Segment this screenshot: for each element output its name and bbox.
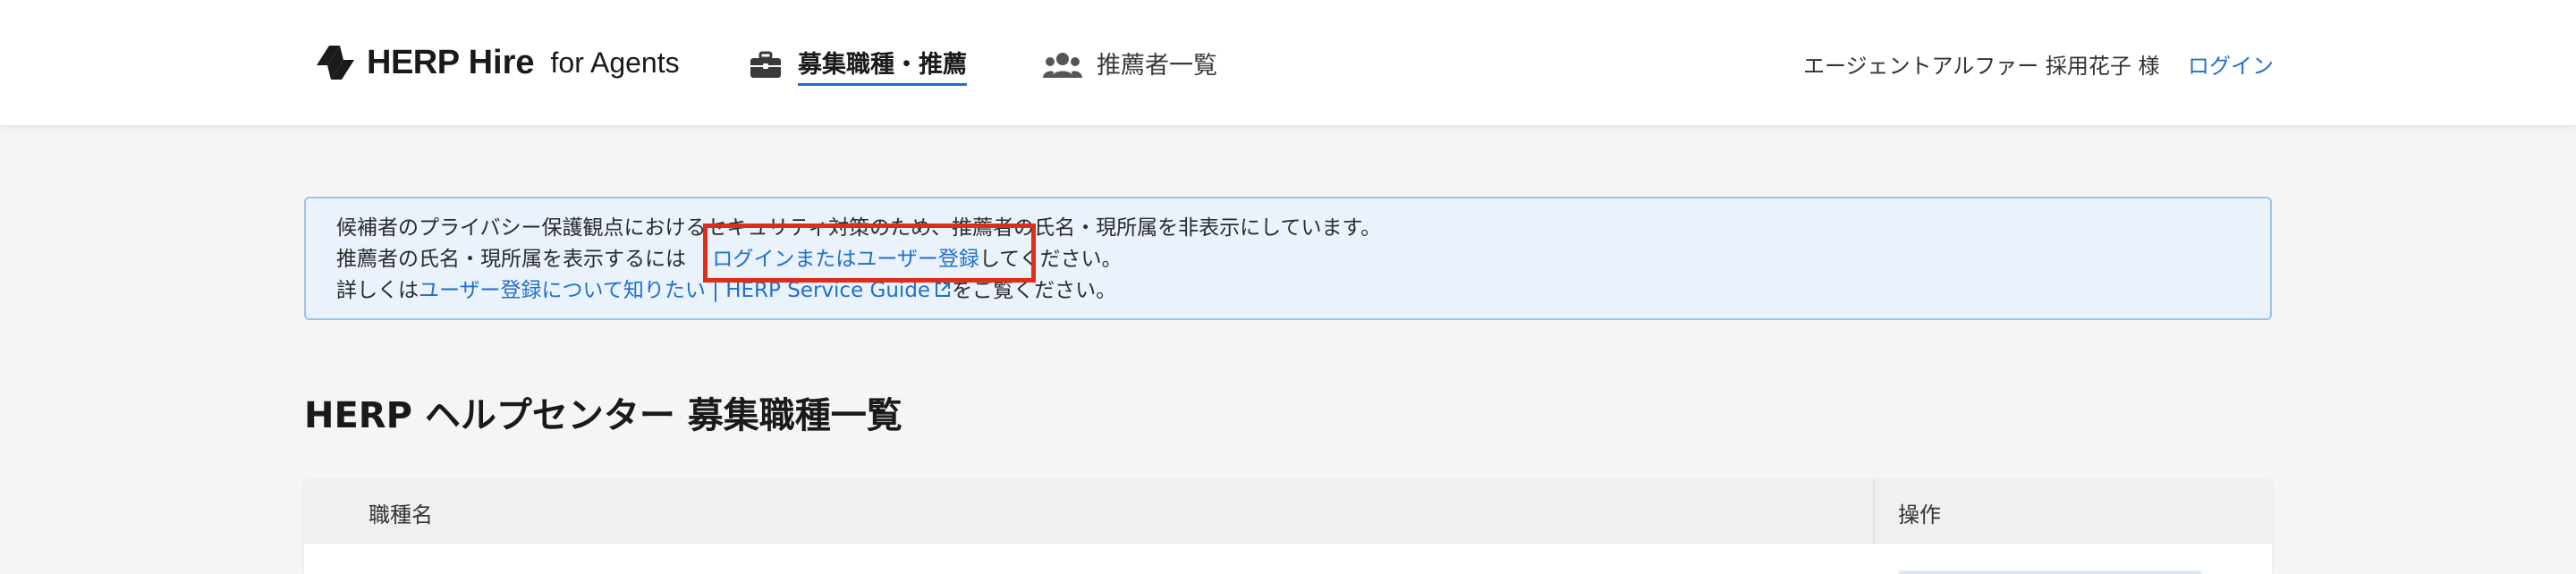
notice-line-3-suffix: をご覧ください。 bbox=[952, 279, 1117, 302]
notice-line-3-prefix: 詳しくは bbox=[336, 279, 419, 302]
notice-line-2: 推薦者の氏名・現所属を表示するには ログインまたはユーザー登録してください。 bbox=[336, 244, 1122, 274]
notice-line-2-prefix: 推薦者の氏名・現所属を表示するには bbox=[336, 248, 686, 271]
logo-agents-text: for Agents bbox=[550, 46, 680, 79]
service-guide-link[interactable]: ユーザー登録について知りたい | HERP Service Guide bbox=[419, 279, 930, 302]
table-header-row: 職種名 操作 bbox=[304, 479, 2272, 544]
header-login-link[interactable]: ログイン bbox=[2188, 48, 2274, 80]
column-header-job-name: 職種名 bbox=[369, 502, 433, 528]
top-header: HERP Hire for Agents 募集職種・推薦 推薦者一覧 エージェン… bbox=[0, 0, 2576, 125]
herp-logo-icon bbox=[317, 46, 354, 80]
privacy-notice: 候補者のプライバシー保護観点におけるセキュリティ対策のため、推薦者の氏名・現所属… bbox=[304, 197, 2272, 320]
agent-user-name: エージェントアルファー 採用花子 様 bbox=[1803, 54, 2160, 79]
logo-hire-text: Hire bbox=[468, 43, 535, 81]
column-header-actions: 操作 bbox=[1898, 502, 1941, 528]
page-title: HERP ヘルプセンター 募集職種一覧 bbox=[304, 395, 902, 436]
users-icon bbox=[1043, 53, 1082, 78]
notice-line-3: 詳しくはユーザー登録について知りたい | HERP Service Guide … bbox=[336, 275, 1116, 306]
job-table: 職種名 操作 bbox=[304, 479, 2272, 574]
nav-tab-recommenders-label: 推薦者一覧 bbox=[1097, 51, 1217, 80]
logo-herp-text: HERP bbox=[367, 43, 460, 81]
row-action-button[interactable] bbox=[1898, 570, 2202, 574]
notice-line-2-suffix: してください。 bbox=[979, 248, 1123, 271]
briefcase-icon bbox=[750, 51, 781, 78]
nav-tab-jobs[interactable]: 募集職種・推薦 bbox=[750, 43, 967, 88]
nav-tab-jobs-label: 募集職種・推薦 bbox=[798, 45, 967, 86]
nav-tab-recommenders[interactable]: 推薦者一覧 bbox=[1043, 43, 1217, 88]
external-link-icon bbox=[936, 283, 951, 297]
login-or-register-link[interactable]: ログインまたはユーザー登録 bbox=[712, 248, 979, 271]
column-divider bbox=[1873, 479, 1875, 544]
herp-logo[interactable]: HERP Hire for Agents bbox=[313, 39, 680, 86]
notice-line-1: 候補者のプライバシー保護観点におけるセキュリティ対策のため、推薦者の氏名・現所属… bbox=[336, 216, 1382, 240]
